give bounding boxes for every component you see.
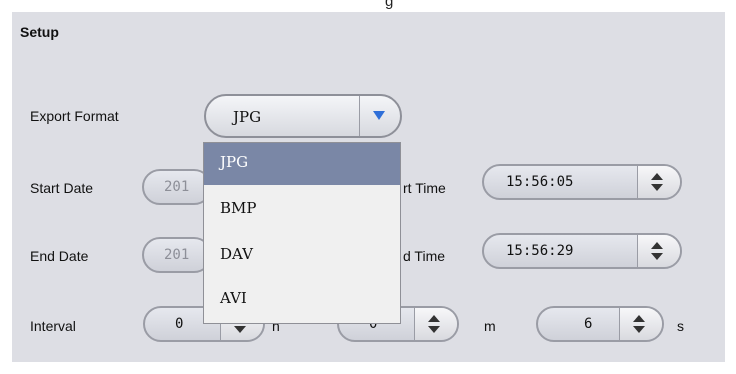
up-down-arrows-icon <box>428 315 440 333</box>
interval-seconds-value: 6 <box>584 316 593 332</box>
dropdown-option-bmp[interactable]: BMP <box>204 189 400 231</box>
start-time-value: 15:56:05 <box>506 174 574 190</box>
dropdown-option-avi[interactable]: AVI <box>204 279 400 321</box>
seconds-unit: s <box>677 318 684 334</box>
start-time-label: rt Time <box>403 180 446 196</box>
dropdown-option-label: AVI <box>220 289 247 307</box>
start-date-label: Start Date <box>30 180 94 196</box>
dropdown-option-jpg[interactable]: JPG <box>204 143 400 185</box>
up-down-arrows-icon <box>633 315 645 333</box>
dropdown-option-label: JPG <box>220 153 249 171</box>
minutes-unit: m <box>484 318 496 334</box>
interval-minutes-spinner[interactable] <box>414 308 457 340</box>
up-down-arrows-icon <box>651 242 663 260</box>
dropdown-toggle[interactable] <box>359 96 400 136</box>
end-date-value: 201 <box>164 247 190 263</box>
start-date-value: 201 <box>164 179 190 195</box>
export-format-select[interactable]: JPG <box>204 94 402 138</box>
end-time-field[interactable]: 15:56:29 <box>482 233 682 269</box>
dropdown-option-dav[interactable]: DAV <box>204 235 400 277</box>
end-date-field[interactable]: 201 <box>142 237 212 273</box>
start-time-spinner[interactable] <box>637 166 680 198</box>
export-format-value: JPG <box>233 108 262 126</box>
end-date-label: End Date <box>30 248 89 264</box>
end-time-value: 15:56:29 <box>506 243 574 259</box>
dropdown-option-label: BMP <box>220 199 257 217</box>
section-title: Setup <box>20 24 59 40</box>
triangle-down-icon <box>373 111 385 120</box>
up-down-arrows-icon <box>651 173 663 191</box>
start-time-field[interactable]: 15:56:05 <box>482 164 682 200</box>
end-time-spinner[interactable] <box>637 235 680 267</box>
interval-seconds-field[interactable]: 6 <box>536 306 664 342</box>
interval-seconds-spinner[interactable] <box>619 308 662 340</box>
end-time-label: d Time <box>403 248 446 264</box>
export-format-label: Export Format <box>30 108 119 124</box>
start-date-field[interactable]: 201 <box>142 169 212 205</box>
dropdown-option-label: DAV <box>220 245 253 263</box>
interval-label: Interval <box>30 318 76 334</box>
export-format-dropdown: JPG BMP DAV AVI <box>203 142 401 324</box>
interval-hours-value: 0 <box>175 316 184 332</box>
clipped-text: g <box>385 0 394 10</box>
top-strip: g <box>0 0 736 12</box>
